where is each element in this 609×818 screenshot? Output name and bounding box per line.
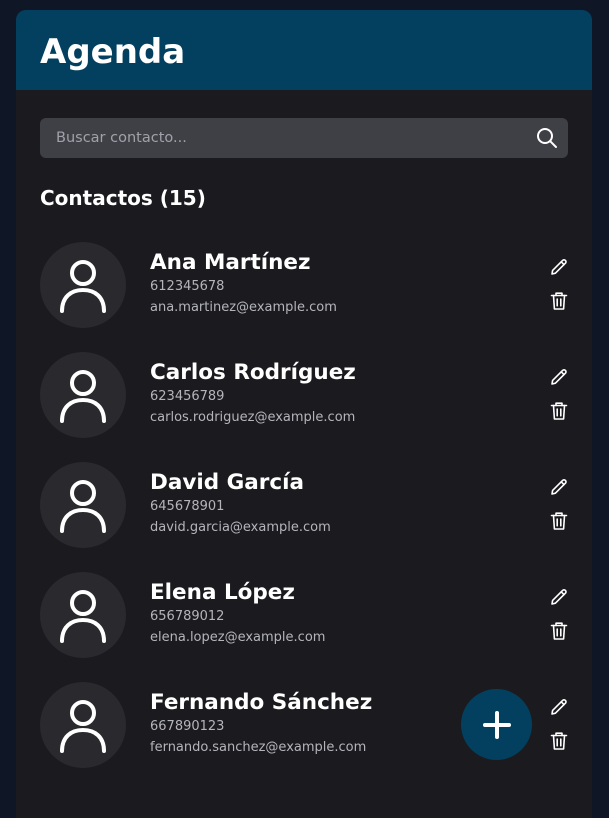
contact-name: Ana Martínez <box>150 250 311 275</box>
contact-phone: 612345678 <box>150 279 225 294</box>
delete-contact-button[interactable] <box>546 288 572 314</box>
contact-name: Fernando Sánchez <box>150 690 373 715</box>
contact-name: David García <box>150 470 304 495</box>
app-header: Agenda <box>16 10 592 90</box>
agenda-app: Agenda Contactos (15) Ana Martínez 61234… <box>16 10 592 818</box>
avatar <box>40 572 126 658</box>
pencil-icon <box>551 369 567 385</box>
search-input[interactable] <box>40 118 536 158</box>
pencil-icon <box>551 259 567 275</box>
delete-contact-button[interactable] <box>546 398 572 424</box>
edit-contact-button[interactable] <box>546 584 572 610</box>
avatar <box>40 242 126 328</box>
pencil-icon <box>551 479 567 495</box>
search-bar <box>40 118 568 158</box>
plus-icon <box>482 710 511 739</box>
delete-contact-button[interactable] <box>546 728 572 754</box>
contact-name: Carlos Rodríguez <box>150 360 356 385</box>
contact-phone: 656789012 <box>150 609 225 624</box>
contact-phone: 667890123 <box>150 719 225 734</box>
contacts-heading: Contactos (15) <box>40 186 206 210</box>
page-title: Agenda <box>40 32 186 72</box>
delete-contact-button[interactable] <box>546 618 572 644</box>
contact-item[interactable]: David García 645678901 david.garcia@exam… <box>40 460 568 570</box>
contact-phone: 623456789 <box>150 389 225 404</box>
edit-contact-button[interactable] <box>546 364 572 390</box>
edit-contact-button[interactable] <box>546 254 572 280</box>
user-icon <box>60 590 106 643</box>
pencil-icon <box>551 589 567 605</box>
user-icon <box>60 700 106 753</box>
trash-icon <box>550 292 568 310</box>
add-contact-button[interactable] <box>461 689 532 760</box>
contact-item[interactable]: Ana Martínez 612345678 ana.martinez@exam… <box>40 240 568 350</box>
avatar <box>40 682 126 768</box>
edit-contact-button[interactable] <box>546 474 572 500</box>
trash-icon <box>550 732 568 750</box>
contact-name: Elena López <box>150 580 295 605</box>
trash-icon <box>550 512 568 530</box>
contact-email: elena.lopez@example.com <box>150 630 326 645</box>
user-icon <box>60 260 106 313</box>
user-icon <box>60 370 106 423</box>
user-icon <box>60 480 106 533</box>
avatar <box>40 352 126 438</box>
contact-phone: 645678901 <box>150 499 225 514</box>
search-icon[interactable] <box>536 127 558 149</box>
contact-email: ana.martinez@example.com <box>150 300 337 315</box>
trash-icon <box>550 622 568 640</box>
contact-email: david.garcia@example.com <box>150 520 331 535</box>
delete-contact-button[interactable] <box>546 508 572 534</box>
contact-item[interactable]: Carlos Rodríguez 623456789 carlos.rodrig… <box>40 350 568 460</box>
contact-item[interactable]: Elena López 656789012 elena.lopez@exampl… <box>40 570 568 680</box>
avatar <box>40 462 126 548</box>
contact-email: carlos.rodriguez@example.com <box>150 410 356 425</box>
contact-email: fernando.sanchez@example.com <box>150 740 367 755</box>
edit-contact-button[interactable] <box>546 694 572 720</box>
trash-icon <box>550 402 568 420</box>
pencil-icon <box>551 699 567 715</box>
